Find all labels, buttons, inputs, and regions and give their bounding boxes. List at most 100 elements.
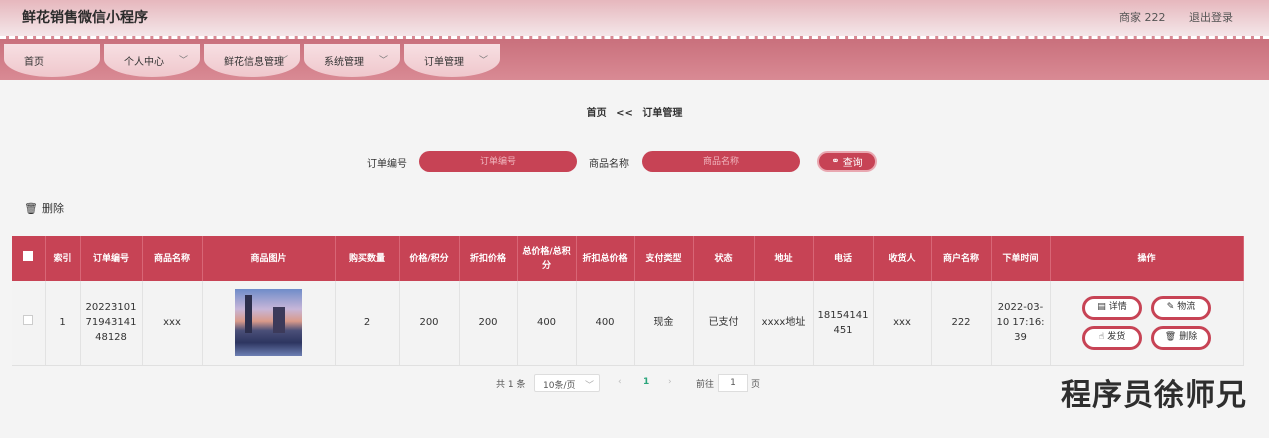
current-user: 商家 222 bbox=[1119, 11, 1166, 24]
column-header: 折扣价格 bbox=[459, 236, 518, 281]
column-header: 商品名称 bbox=[142, 236, 203, 281]
goto-label: 前往 bbox=[696, 380, 715, 390]
chevron-down-icon: ﹀ bbox=[584, 381, 594, 391]
app-title: 鲜花销售微信小程序 bbox=[22, 10, 148, 26]
ship-label: 发货 bbox=[1107, 332, 1126, 343]
order-no-label: 订单编号 bbox=[367, 159, 407, 170]
column-header: 总价格/总积分 bbox=[517, 236, 577, 281]
main-nav: 首页 个人中心 ﹀ 鲜花信息管理 ﹀ 系统管理 ﹀ 订单管理 ﹀ bbox=[0, 36, 1269, 80]
nav-label: 个人中心 bbox=[124, 57, 164, 68]
ship-button[interactable]: ☝ 发货 bbox=[1082, 325, 1142, 350]
cell-merchant: 222 bbox=[931, 281, 992, 366]
column-header: 收货人 bbox=[873, 236, 932, 281]
breadcrumb-current: 订单管理 bbox=[642, 108, 683, 119]
nav-item-home[interactable]: 首页 bbox=[4, 44, 100, 77]
nav-item-personal-center[interactable]: 个人中心 ﹀ bbox=[104, 44, 200, 77]
current-page[interactable]: 1 bbox=[643, 377, 649, 387]
cell-product: xxx bbox=[142, 281, 203, 366]
cell-discount-price: 200 bbox=[459, 281, 518, 366]
next-page-icon[interactable]: › bbox=[668, 377, 672, 387]
logout-link[interactable]: 退出登录 bbox=[1189, 11, 1233, 24]
delete-button[interactable]: 🗑 删除 bbox=[1151, 325, 1211, 350]
order-no-input[interactable] bbox=[419, 151, 577, 172]
select-all-header[interactable] bbox=[12, 236, 46, 281]
nav-label: 首页 bbox=[24, 57, 44, 68]
cell-price: 200 bbox=[399, 281, 460, 366]
page-size-select[interactable]: 10条/页 ﹀ bbox=[534, 374, 600, 392]
logistics-label: 物流 bbox=[1177, 302, 1196, 313]
page-unit: 页 bbox=[751, 380, 761, 390]
delete-label: 删除 bbox=[1179, 332, 1198, 343]
watermark: 程序员徐师兄 bbox=[1061, 378, 1247, 413]
nav-label: 鲜花信息管理 bbox=[224, 57, 284, 68]
column-header: 购买数量 bbox=[335, 236, 400, 281]
detail-button[interactable]: ▤ 详情 bbox=[1082, 295, 1142, 320]
trash-icon: 🗑 bbox=[1164, 332, 1177, 343]
cell-product-image bbox=[202, 281, 336, 366]
product-image[interactable] bbox=[235, 289, 302, 357]
column-header: 商品图片 bbox=[202, 236, 336, 281]
bulk-delete-label: 删除 bbox=[41, 202, 64, 215]
hand-pointer-icon: ☝ bbox=[1098, 332, 1105, 343]
search-button-label: 查询 bbox=[842, 158, 863, 169]
document-icon: ▤ bbox=[1097, 302, 1106, 313]
detail-label: 详情 bbox=[1108, 302, 1127, 313]
select-all-checkbox[interactable] bbox=[23, 251, 34, 261]
breadcrumb-separator: << bbox=[616, 108, 633, 119]
cell-qty: 2 bbox=[335, 281, 400, 366]
goto-page-input[interactable]: 1 bbox=[718, 374, 748, 392]
trash-icon: 🗑 bbox=[24, 201, 38, 215]
cell-order-no: 202231017194314148128 bbox=[80, 281, 143, 366]
cell-time: 2022-03-10 17:16:39 bbox=[991, 281, 1051, 366]
logistics-button[interactable]: ✎ 物流 bbox=[1151, 295, 1211, 320]
column-header: 操作 bbox=[1050, 236, 1244, 281]
cell-phone: 18154141451 bbox=[813, 281, 874, 366]
nav-item-flower-info[interactable]: 鲜花信息管理 ﹀ bbox=[204, 44, 300, 77]
nav-item-system[interactable]: 系统管理 ﹀ bbox=[304, 44, 400, 77]
cell-pay-type: 现金 bbox=[634, 281, 694, 366]
breadcrumb: 首页 << 订单管理 bbox=[0, 104, 1269, 119]
nav-label: 订单管理 bbox=[424, 57, 464, 68]
search-button[interactable]: ⚭ 查询 bbox=[817, 151, 877, 172]
column-header: 商户名称 bbox=[931, 236, 992, 281]
cell-index: 1 bbox=[45, 281, 81, 366]
nav-label: 系统管理 bbox=[324, 57, 364, 68]
top-bar: 鲜花销售微信小程序 商家 222 退出登录 bbox=[0, 0, 1269, 36]
pager-total: 共 1 条 bbox=[496, 380, 526, 390]
top-right-area: 商家 222 退出登录 bbox=[1099, 9, 1233, 25]
chevron-down-icon: ﹀ bbox=[278, 56, 288, 66]
page-size-value: 10条/页 bbox=[543, 381, 576, 391]
column-header: 状态 bbox=[693, 236, 755, 281]
product-name-label: 商品名称 bbox=[589, 159, 629, 170]
cell-discount-total: 400 bbox=[576, 281, 635, 366]
prev-page-icon[interactable]: ‹ bbox=[618, 377, 622, 387]
bulk-delete-button[interactable]: 🗑 删除 bbox=[24, 200, 64, 216]
chevron-down-icon: ﹀ bbox=[178, 56, 188, 66]
chevron-down-icon: ﹀ bbox=[478, 56, 488, 66]
cell-actions: ▤ 详情 ✎ 物流 ☝ 发货 🗑 删除 bbox=[1050, 281, 1244, 366]
breadcrumb-home[interactable]: 首页 bbox=[587, 108, 607, 119]
column-header: 电话 bbox=[813, 236, 874, 281]
column-header: 价格/积分 bbox=[399, 236, 460, 281]
table-row: 1 202231017194314148128 xxx 2 200 200 40… bbox=[12, 281, 1244, 366]
table-header-row: 索引 订单编号 商品名称 商品图片 购买数量 价格/积分 折扣价格 总价格/总积… bbox=[12, 236, 1244, 281]
orders-table: 索引 订单编号 商品名称 商品图片 购买数量 价格/积分 折扣价格 总价格/总积… bbox=[12, 236, 1244, 366]
cell-status: 已支付 bbox=[693, 281, 755, 366]
column-header: 折扣总价格 bbox=[576, 236, 635, 281]
search-bar: 订单编号 商品名称 ⚭ 查询 bbox=[0, 151, 1269, 173]
nav-item-orders[interactable]: 订单管理 ﹀ bbox=[404, 44, 500, 77]
column-header: 支付类型 bbox=[634, 236, 694, 281]
cell-receiver: xxx bbox=[873, 281, 932, 366]
product-name-input[interactable] bbox=[642, 151, 800, 172]
search-icon: ⚭ bbox=[831, 156, 840, 167]
column-header: 订单编号 bbox=[80, 236, 143, 281]
cell-address: xxxx地址 bbox=[754, 281, 814, 366]
column-header: 下单时间 bbox=[991, 236, 1051, 281]
chevron-down-icon: ﹀ bbox=[378, 56, 388, 66]
row-select-cell[interactable] bbox=[12, 281, 46, 366]
row-checkbox[interactable] bbox=[23, 315, 34, 326]
column-header: 索引 bbox=[45, 236, 81, 281]
cell-total: 400 bbox=[517, 281, 577, 366]
edit-icon: ✎ bbox=[1166, 302, 1175, 313]
column-header: 地址 bbox=[754, 236, 814, 281]
